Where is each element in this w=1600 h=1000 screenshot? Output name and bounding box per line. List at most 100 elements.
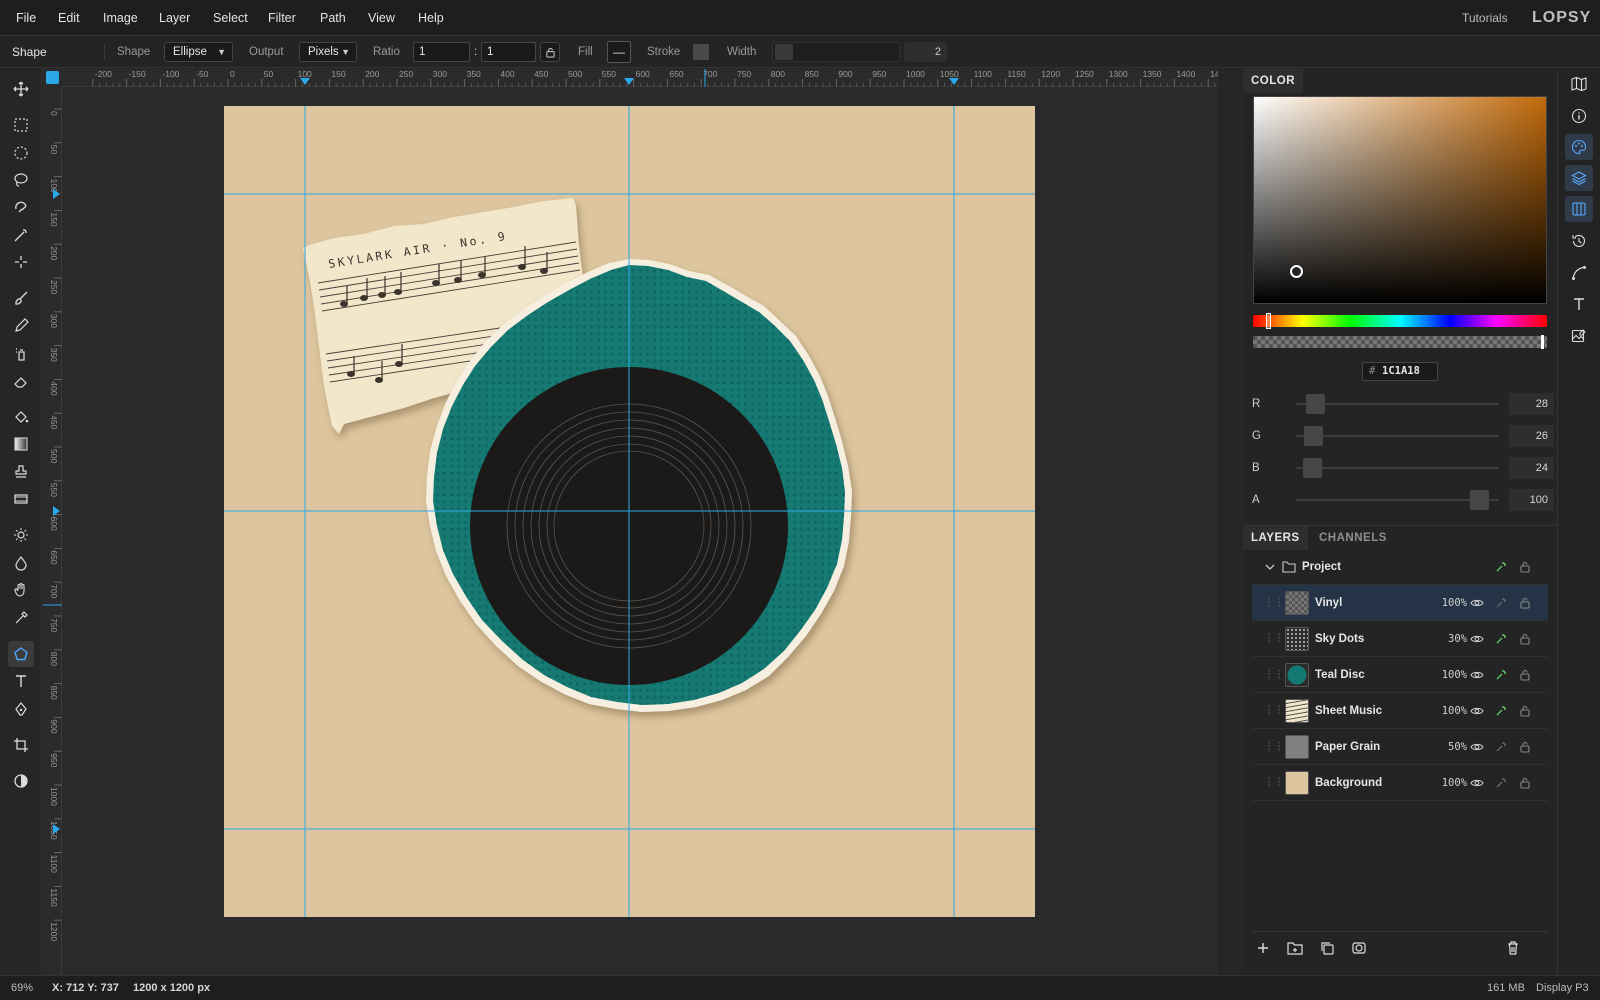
artboard[interactable]: SKYLARK AIR · No. 9 <box>224 106 1035 917</box>
move-tool[interactable] <box>8 76 34 102</box>
chevron-down-icon[interactable] <box>1264 561 1276 576</box>
width-value-input[interactable]: 2 <box>904 42 947 62</box>
shape-tool[interactable] <box>8 641 34 667</box>
duplicate-layer-button[interactable] <box>1319 940 1337 958</box>
lock-icon[interactable] <box>1518 632 1532 646</box>
channel-slider-thumb[interactable] <box>1304 426 1323 446</box>
channel-value-input[interactable]: 24 <box>1509 457 1554 479</box>
lasso-tool[interactable] <box>8 167 34 193</box>
drag-handle-icon[interactable]: ⋮⋮ <box>1264 669 1284 680</box>
width-slider[interactable] <box>772 42 900 62</box>
channel-slider-r[interactable] <box>1296 403 1499 405</box>
menu-image[interactable]: Image <box>103 0 138 36</box>
layer-row[interactable]: ⋮⋮ Teal Disc 100% <box>1252 657 1548 693</box>
hex-input[interactable]: # 1C1A18 <box>1362 362 1438 381</box>
drag-handle-icon[interactable]: ⋮⋮ <box>1264 777 1284 788</box>
delete-layer-button[interactable] <box>1505 940 1523 958</box>
menu-path[interactable]: Path <box>320 0 346 36</box>
menu-help[interactable]: Help <box>418 0 444 36</box>
color-picker-cursor[interactable] <box>1290 265 1303 278</box>
character-panel-button[interactable] <box>1565 291 1593 317</box>
channel-slider-thumb[interactable] <box>1303 458 1322 478</box>
eye-icon[interactable] <box>1470 776 1484 790</box>
ruler-origin-square[interactable] <box>46 71 59 84</box>
drag-handle-icon[interactable]: ⋮⋮ <box>1264 741 1284 752</box>
spray-tool[interactable] <box>8 341 34 367</box>
add-layer-button[interactable] <box>1255 940 1273 958</box>
pencil-tool[interactable] <box>8 313 34 339</box>
ellipse-select-tool[interactable] <box>8 140 34 166</box>
drag-handle-icon[interactable]: ⋮⋮ <box>1264 705 1284 716</box>
guide-marker[interactable] <box>624 78 634 85</box>
stroke-swatch[interactable] <box>693 44 709 60</box>
channel-slider-b[interactable] <box>1296 467 1499 469</box>
navigator-panel-button[interactable] <box>1565 71 1593 97</box>
fx-active-icon[interactable] <box>1494 560 1508 574</box>
fx-icon[interactable] <box>1494 704 1508 718</box>
blur-tool[interactable] <box>8 550 34 576</box>
ratio-lock-button[interactable] <box>540 42 560 62</box>
layer-row[interactable]: ⋮⋮ Sheet Music 100% <box>1252 693 1548 729</box>
layer-row[interactable]: ⋮⋮ Sky Dots 30% <box>1252 621 1548 657</box>
channels-panel-button[interactable] <box>1565 196 1593 222</box>
hand-tool[interactable] <box>8 577 34 603</box>
magic-wand-tool[interactable] <box>8 222 34 248</box>
saturation-value-picker[interactable] <box>1253 96 1547 304</box>
fx-icon[interactable] <box>1494 668 1508 682</box>
eye-icon[interactable] <box>1470 704 1484 718</box>
shape-select[interactable]: Ellipse ▼ <box>164 42 233 62</box>
eraser-tool[interactable] <box>8 368 34 394</box>
channel-slider-a[interactable] <box>1296 499 1499 501</box>
menu-layer[interactable]: Layer <box>159 0 190 36</box>
lock-icon[interactable] <box>1518 740 1532 754</box>
guide-marker[interactable] <box>949 78 959 85</box>
alpha-slider-thumb[interactable] <box>1541 335 1544 349</box>
crop-tool[interactable] <box>8 732 34 758</box>
menu-filter[interactable]: Filter <box>268 0 296 36</box>
lock-icon[interactable] <box>1518 560 1532 574</box>
brush-tool[interactable] <box>8 285 34 311</box>
alpha-slider[interactable] <box>1253 336 1547 348</box>
quick-select-tool[interactable] <box>8 249 34 275</box>
layer-row[interactable]: ⋮⋮ Background 100% <box>1252 765 1548 801</box>
lock-icon[interactable] <box>1518 668 1532 682</box>
menu-file[interactable]: File <box>16 0 36 36</box>
color-panel-button[interactable] <box>1565 134 1593 160</box>
tutorials-link[interactable]: Tutorials <box>1462 0 1508 36</box>
ruler-top[interactable]: -200 -150 -100 -50 0 50 100 150 200 250 300 350 400 4… <box>62 69 1236 87</box>
menu-select[interactable]: Select <box>213 0 248 36</box>
guide-marker[interactable] <box>300 78 310 85</box>
menu-edit[interactable]: Edit <box>58 0 80 36</box>
eye-icon[interactable] <box>1470 668 1484 682</box>
stamp-tool[interactable] <box>8 459 34 485</box>
drag-handle-icon[interactable]: ⋮⋮ <box>1264 633 1284 644</box>
rect-select-tool[interactable] <box>8 112 34 138</box>
width-slider-thumb[interactable] <box>775 44 793 60</box>
fx-icon[interactable] <box>1494 776 1508 790</box>
ruler-left[interactable]: 0 50 100 150 200 250 300 350 400 450 500 550 600 650 7… <box>43 87 62 975</box>
ratio-height-input[interactable]: 1 <box>481 42 536 62</box>
hue-slider-thumb[interactable] <box>1266 313 1271 329</box>
fill-swatch[interactable]: — <box>607 41 631 63</box>
add-group-button[interactable] <box>1287 940 1305 958</box>
eye-icon[interactable] <box>1470 596 1484 610</box>
channel-slider-thumb[interactable] <box>1470 490 1489 510</box>
paths-panel-button[interactable] <box>1565 260 1593 286</box>
image-panel-button[interactable] <box>1565 323 1593 349</box>
hue-slider[interactable] <box>1253 315 1547 327</box>
channel-slider-thumb[interactable] <box>1306 394 1325 414</box>
fx-icon[interactable] <box>1494 596 1508 610</box>
lock-icon[interactable] <box>1518 596 1532 610</box>
layers-panel-button[interactable] <box>1565 165 1593 191</box>
zoom-level[interactable]: 69% <box>11 976 33 1000</box>
pen-tool[interactable] <box>8 696 34 722</box>
gradient-tool[interactable] <box>8 431 34 457</box>
output-select[interactable]: Pixels ▼ <box>299 42 357 62</box>
fx-icon[interactable] <box>1494 740 1508 754</box>
canvas-workspace[interactable]: SKYLARK AIR · No. 9 <box>62 87 1218 975</box>
ratio-width-input[interactable]: 1 <box>413 42 470 62</box>
eye-icon[interactable] <box>1470 740 1484 754</box>
history-panel-button[interactable] <box>1565 228 1593 254</box>
pattern-tool[interactable] <box>8 486 34 512</box>
channel-value-input[interactable]: 26 <box>1509 425 1554 447</box>
